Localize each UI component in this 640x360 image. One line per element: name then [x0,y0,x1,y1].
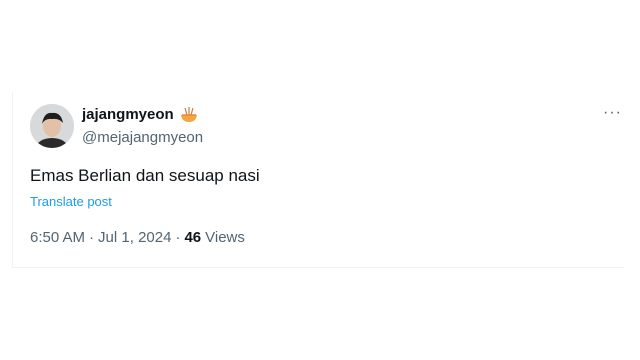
meta-separator: · [175,229,181,246]
author-handle[interactable]: @mejajangmyeon [82,129,203,146]
tweet-time[interactable]: 6:50 AM [30,229,85,246]
views-count[interactable]: 46 [184,229,201,246]
avatar-image [30,104,74,148]
meta-separator: · [89,229,95,246]
author-name-row[interactable]: jajangmyeon [82,106,198,123]
noodle-bowl-icon [180,106,198,123]
tweet-date[interactable]: Jul 1, 2024 [98,229,171,246]
more-dots-icon[interactable]: ··· [603,105,622,121]
author-display-name[interactable]: jajangmyeon [82,106,174,123]
author-avatar[interactable] [30,104,74,148]
tweet-text: Emas Berlian dan sesuap nasi [30,166,260,185]
views-label[interactable]: Views [205,229,245,246]
tweet-meta: 6:50 AM · Jul 1, 2024 · 46 Views [30,229,245,246]
translate-post-link[interactable]: Translate post [30,194,112,209]
